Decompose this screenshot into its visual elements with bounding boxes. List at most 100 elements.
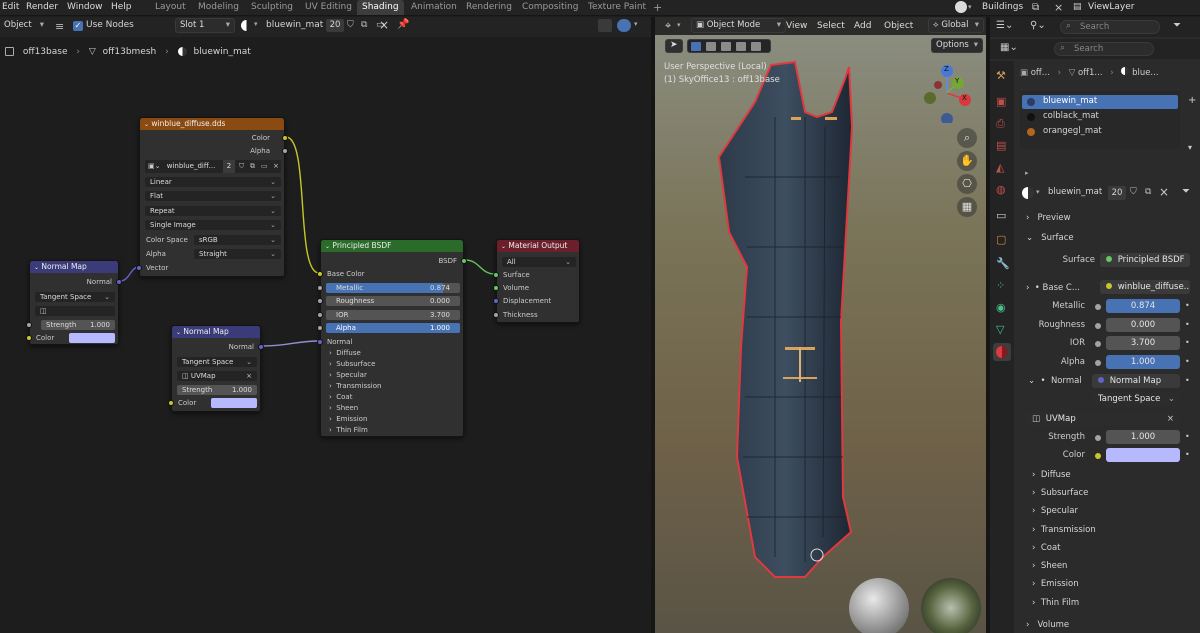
slot-bluewin-name[interactable]: bluewin_mat [1043, 96, 1097, 106]
properties-type-icon[interactable]: ▦⌄ [1000, 42, 1018, 53]
material-browse-icon[interactable]: ▾ [1036, 188, 1040, 196]
render-tab-icon[interactable]: ▣ [996, 95, 1006, 108]
keyframe-dot-icon[interactable]: • [1185, 357, 1190, 366]
fake-user-icon[interactable]: ⛉ [239, 160, 244, 173]
surface-panel-header[interactable]: ⌄ Surface [1026, 231, 1074, 245]
subpanel-coat[interactable]: › Coat [1032, 541, 1061, 555]
scene-name[interactable]: Buildings [982, 0, 1023, 14]
extension-dropdown[interactable]: Repeat ⌄ [145, 206, 281, 216]
properties-users-count[interactable]: 20 [1108, 186, 1126, 200]
clear-uv-icon[interactable]: × [1167, 412, 1174, 426]
object-tab-icon[interactable]: ▢ [996, 233, 1006, 246]
select-subtract-icon[interactable] [721, 42, 731, 51]
overlay-dropdown-icon[interactable]: ▾ [634, 20, 638, 28]
breadcrumb-object[interactable]: off13base [23, 47, 68, 57]
output-tab-icon[interactable]: ⎙ [996, 117, 1005, 131]
editor-type-icon[interactable]: ⌖ [665, 19, 671, 33]
particles-tab-icon[interactable]: ⁘ [996, 279, 1005, 292]
alpha-slider[interactable]: Alpha 1.000 [326, 323, 460, 333]
filter-display-icon[interactable]: ⚲⌄ [1030, 20, 1046, 31]
pin-icon[interactable]: 📌 [397, 19, 409, 30]
modifier-tab-icon[interactable]: 🔧 [996, 257, 1010, 270]
duplicate-image-icon[interactable]: ⧉ [250, 160, 255, 173]
select-invert-icon[interactable] [736, 42, 746, 51]
clear-uv-icon[interactable]: × [246, 371, 252, 381]
output-bsdf-socket[interactable] [461, 258, 467, 264]
subpanel-emission[interactable]: › Emission [1032, 577, 1079, 591]
metallic-slider[interactable]: Metallic 0.874 [326, 283, 460, 293]
material-name[interactable]: bluewin_mat [266, 20, 323, 30]
preview-panel-header[interactable]: › Preview [1026, 211, 1071, 225]
unlink-material-icon[interactable]: × [1159, 185, 1169, 199]
panel-thin-film[interactable]: › Thin Film [329, 425, 368, 435]
breadcrumb-material[interactable]: blue... [1132, 68, 1158, 78]
keyframe-dot-icon[interactable]: • [1185, 432, 1190, 441]
add-workspace-button[interactable]: + [648, 0, 667, 15]
ior-field[interactable]: 3.700 [1106, 336, 1180, 350]
outliner-search-input[interactable]: ⌕ Search [1060, 20, 1160, 34]
overlay-toggle-icon[interactable] [617, 19, 631, 32]
uv-map-field[interactable]: ◫ [35, 306, 115, 316]
subpanel-transmission[interactable]: › Transmission [1032, 523, 1096, 537]
input-alpha-socket[interactable] [317, 325, 323, 331]
breadcrumb-mesh[interactable]: off13bmesh [103, 47, 157, 57]
scene-icon[interactable] [955, 1, 967, 13]
roughness-slider[interactable]: Roughness 0.000 [326, 296, 460, 306]
fake-user-shield-icon[interactable]: ⛉ [1130, 187, 1137, 197]
zoom-icon[interactable]: ⌕ [957, 128, 977, 148]
panel-emission[interactable]: › Emission [329, 414, 367, 424]
editor-type-dropdown-icon[interactable]: ▾ [677, 21, 681, 29]
properties-material-name[interactable]: bluewin_mat [1048, 187, 1102, 197]
outliner-type-icon[interactable]: ☰⌄ [996, 20, 1013, 31]
output-normal-socket[interactable] [258, 344, 264, 350]
select-new-icon[interactable] [691, 42, 701, 51]
volume-panel-header[interactable]: › Volume [1026, 618, 1069, 632]
output-target-dropdown[interactable]: All ⌄ [502, 257, 576, 267]
options-dropdown[interactable]: Options ▾ [931, 38, 983, 53]
workspace-tab-layout[interactable]: Layout [150, 0, 191, 15]
workspace-tab-shading[interactable]: Shading [357, 0, 404, 15]
tangent-space-dropdown[interactable]: Tangent Space ⌄ [1092, 392, 1180, 406]
breadcrumb-material[interactable]: bluewin_mat [193, 47, 250, 57]
slot-colblack-name[interactable]: colblack_mat [1043, 111, 1099, 121]
viewport-menu-view[interactable]: View [786, 19, 807, 33]
selection-mode-buttons[interactable] [687, 39, 771, 53]
material-tab-active[interactable] [993, 343, 1011, 361]
interpolation-dropdown[interactable]: Linear ⌄ [145, 177, 281, 187]
world-tab-icon[interactable]: ◍ [996, 183, 1006, 196]
input-vector-socket[interactable] [136, 265, 142, 271]
input-strength-socket[interactable] [26, 322, 32, 328]
roughness-field[interactable]: 0.000 [1106, 318, 1180, 332]
unlink-material-icon[interactable]: × [379, 18, 389, 32]
panel-sheen[interactable]: › Sheen [329, 403, 358, 413]
image-texture-node-header[interactable]: ⌄ winblue_diffuse.dds [140, 118, 284, 130]
select-intersect-icon[interactable] [751, 42, 761, 51]
surface-shader-field[interactable]: Principled BSDF [1100, 253, 1190, 267]
output-normal-socket[interactable] [116, 279, 122, 285]
viewport-menu-add[interactable]: Add [854, 19, 871, 33]
material-slot-list[interactable]: bluewin_mat colblack_mat orangegl_mat [1020, 91, 1180, 149]
strength-field[interactable]: 1.000 [1106, 430, 1180, 444]
input-displacement-socket[interactable] [493, 298, 499, 304]
view-layer-tab-icon[interactable]: ▤ [996, 139, 1006, 152]
output-color-socket[interactable] [282, 135, 288, 141]
ior-field[interactable]: IOR 3.700 [326, 310, 460, 320]
slot-orangegl-name[interactable]: orangegl_mat [1043, 126, 1102, 136]
camera-view-icon[interactable]: ⎔ [957, 174, 977, 194]
image-users-count[interactable]: 2 [223, 160, 235, 173]
subpanel-subsurface[interactable]: › Subsurface [1032, 486, 1088, 500]
normal-map-node-1[interactable]: ⌄ Normal Map Normal Tangent Space ⌄ ◫ Str… [26, 260, 122, 345]
object-data-tab-icon[interactable]: ▽ [996, 323, 1004, 336]
delete-scene-icon[interactable]: × [1054, 1, 1063, 14]
strength-field[interactable]: Strength 1.000 [177, 385, 257, 395]
slot-dropdown[interactable]: Slot 1 ▾ [175, 18, 235, 33]
transform-orientation-dropdown[interactable]: ⟡ Global ▾ [928, 18, 984, 33]
navigation-gizmo[interactable]: Z X Y [917, 63, 977, 125]
object-mode-dropdown[interactable]: ▣ Object Mode ▾ [691, 18, 786, 33]
workspace-tab-uv-editing[interactable]: UV Editing [300, 0, 357, 15]
input-color-socket[interactable] [168, 400, 174, 406]
uv-map-field[interactable]: ◫ UVMap × [1026, 412, 1180, 426]
subpanel-diffuse[interactable]: › Diffuse [1032, 468, 1071, 482]
panel-subsurface[interactable]: › Subsurface [329, 359, 375, 369]
viewport-menu-object[interactable]: Object [884, 19, 913, 33]
